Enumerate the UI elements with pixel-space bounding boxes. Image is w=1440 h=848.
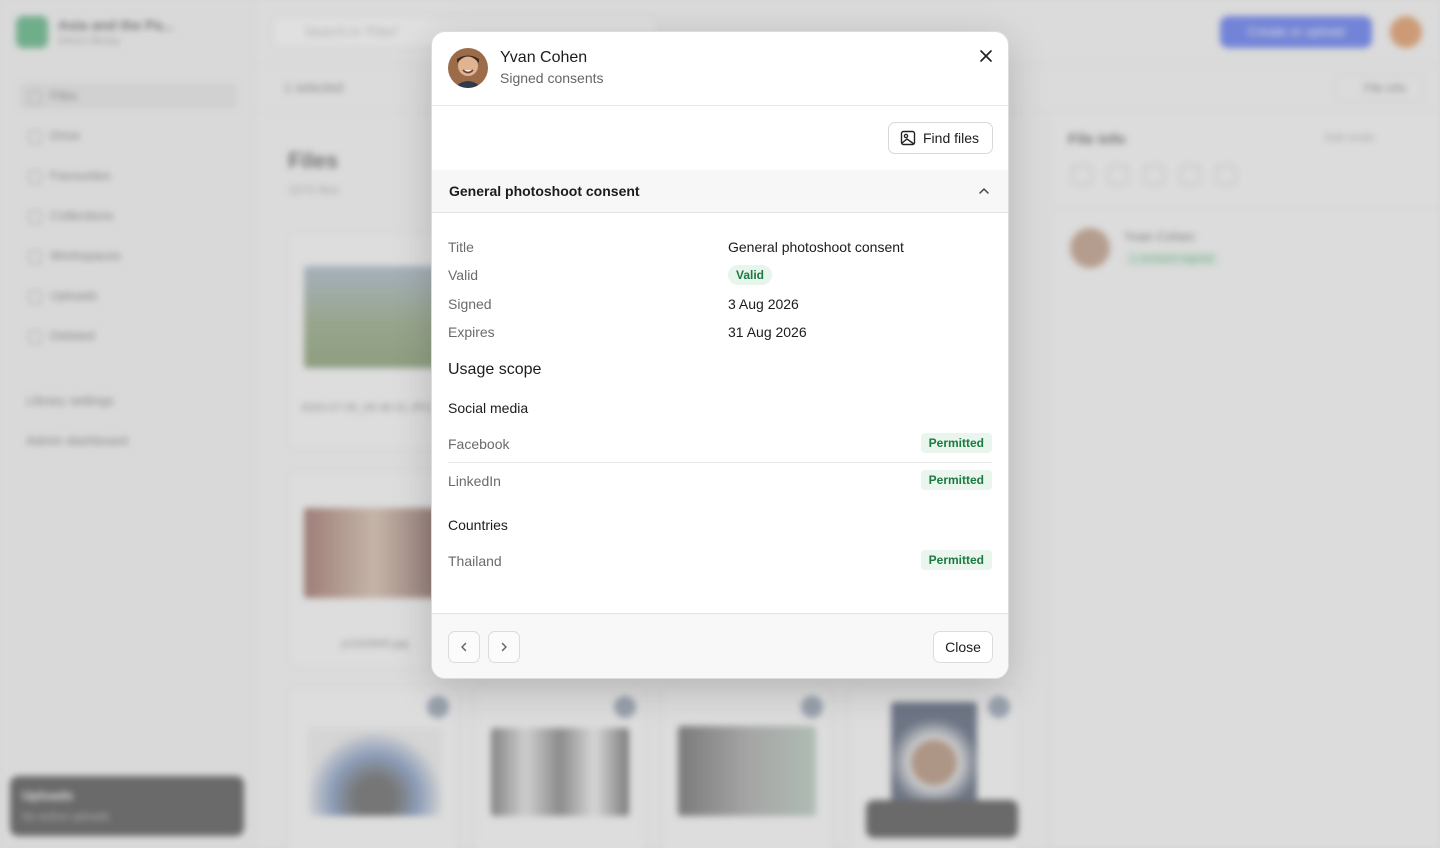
consent-dialog: Yvan Cohen Signed consents Find files Ge… (431, 31, 1009, 679)
scope-item-facebook: Facebook (448, 436, 510, 452)
dialog-footer: Close (432, 613, 1008, 678)
permitted-badge: Permitted (920, 470, 992, 490)
scope-item-thailand: Thailand (448, 553, 502, 569)
find-files-button[interactable]: Find files (888, 122, 993, 154)
scope-item-linkedin: LinkedIn (448, 473, 501, 489)
divider (448, 462, 992, 463)
detail-value-title: General photoshoot consent (728, 239, 904, 255)
detail-label-expires: Expires (448, 324, 495, 340)
detail-value-signed: 3 Aug 2026 (728, 296, 799, 312)
status-badge: Valid (728, 265, 773, 285)
next-button[interactable] (488, 631, 520, 663)
avatar (448, 48, 488, 88)
find-files-label: Find files (923, 130, 980, 146)
close-button[interactable]: Close (933, 631, 993, 663)
usage-scope-heading: Usage scope (448, 361, 542, 378)
image-search-icon (900, 130, 916, 146)
person-name: Yvan Cohen (500, 49, 588, 66)
chevron-up-icon[interactable] (976, 183, 992, 199)
previous-button[interactable] (448, 631, 480, 663)
consent-title: General photoshoot consent (449, 183, 640, 199)
permitted-badge: Permitted (920, 550, 992, 570)
detail-label-title: Title (448, 239, 474, 255)
chevron-left-icon (457, 640, 471, 654)
detail-label-valid: Valid (448, 267, 479, 283)
dialog-header: Yvan Cohen Signed consents (432, 32, 1008, 106)
detail-value-expires: 31 Aug 2026 (728, 324, 807, 340)
scope-group-countries: Countries (448, 517, 508, 533)
permitted-badge: Permitted (920, 433, 992, 453)
chevron-right-icon (497, 640, 511, 654)
scope-group-social-media: Social media (448, 400, 529, 416)
close-icon[interactable] (974, 44, 998, 68)
detail-label-signed: Signed (448, 296, 492, 312)
dialog-subtitle: Signed consents (500, 70, 604, 86)
consent-accordion-header[interactable]: General photoshoot consent (432, 170, 1008, 213)
